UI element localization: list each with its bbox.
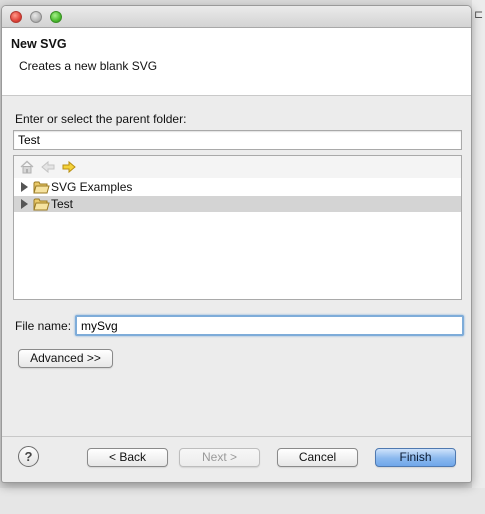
forward-arrow-icon[interactable] [61,159,77,175]
expand-arrow-icon[interactable] [21,199,28,209]
tree-item-test[interactable]: Test [14,196,461,212]
parent-folder-input[interactable] [13,130,462,150]
page-title: New SVG [11,37,67,51]
tree-item-label: SVG Examples [51,180,133,194]
back-button[interactable]: < Back [87,448,168,467]
file-name-input[interactable] [75,315,464,336]
footer-separator [2,436,471,437]
minimize-window-button[interactable] [30,11,42,23]
file-name-label: File name: [15,319,72,333]
maximize-window-button[interactable] [50,11,62,23]
wizard-header: New SVG Creates a new blank SVG [2,28,471,96]
finish-button[interactable]: Finish [375,448,456,467]
parent-folder-label: Enter or select the parent folder: [15,112,187,126]
background-app-bottom [0,488,485,514]
expand-arrow-icon[interactable] [21,182,28,192]
advanced-button[interactable]: Advanced >> [18,349,113,368]
cancel-button[interactable]: Cancel [277,448,358,467]
new-svg-dialog: New SVG Creates a new blank SVG Enter or… [1,5,472,483]
open-folder-icon [33,197,50,211]
background-app-edge: ⊏ [472,0,485,514]
back-arrow-icon[interactable] [40,159,56,175]
tree-item-label: Test [51,197,74,211]
close-window-button[interactable] [10,11,22,23]
tree-toolbar [14,156,461,178]
folder-tree[interactable]: SVG Examples Test [13,155,462,300]
help-icon[interactable]: ? [18,446,39,467]
open-folder-icon [33,180,50,194]
title-bar [2,6,471,28]
home-icon[interactable] [19,159,35,175]
page-description: Creates a new blank SVG [19,59,158,73]
tree-item-svg-examples[interactable]: SVG Examples [14,179,461,195]
next-button[interactable]: Next > [179,448,260,467]
background-app-icon: ⊏ [474,9,484,21]
